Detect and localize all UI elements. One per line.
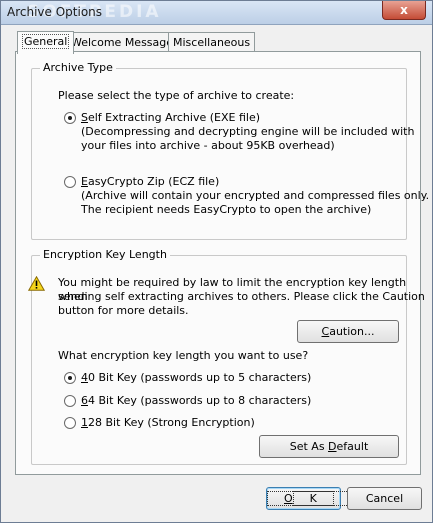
key-64-bit-mnemonic: 6 — [81, 394, 88, 407]
ok-label: OK — [267, 491, 351, 506]
key-128-bit-label[interactable]: 128 Bit Key (Strong Encryption) — [81, 416, 255, 430]
key-128-bit-label-rest: 28 Bit Key (Strong Encryption) — [88, 416, 255, 429]
key-40-bit-radio[interactable] — [64, 372, 76, 384]
key-40-bit-label[interactable]: 40 Bit Key (passwords up to 5 characters… — [81, 371, 311, 385]
ok-mnemonic: O — [284, 492, 293, 505]
tab-miscellaneous-label: Miscellaneous — [173, 36, 251, 49]
tab-general[interactable]: General — [17, 31, 75, 54]
warning-text-3: button for more details. — [58, 304, 189, 317]
archive-type-prompt: Please select the type of archive to cre… — [58, 89, 295, 102]
self-extracting-label[interactable]: Self Extracting Archive (EXE file) — [81, 111, 260, 125]
archive-options-window: SOFTPEDIA Archive Options x General Welc… — [0, 0, 433, 523]
easycrypto-zip-radio[interactable] — [64, 176, 76, 188]
close-icon: x — [400, 3, 408, 17]
warning-text-2: sending self extracting archives to othe… — [58, 290, 425, 303]
set-as-default-rest: efault — [336, 440, 369, 453]
caution-label-rest: aution... — [329, 325, 375, 338]
title-bar[interactable]: SOFTPEDIA Archive Options x — [1, 1, 432, 25]
tab-general-label: General — [22, 34, 70, 49]
tab-miscellaneous[interactable]: Miscellaneous — [168, 32, 256, 53]
easycrypto-zip-description-2: The recipient needs EasyCrypto to open t… — [81, 203, 372, 216]
key-128-bit-radio[interactable] — [64, 417, 76, 429]
self-extracting-radio[interactable] — [64, 112, 76, 124]
close-button[interactable]: x — [382, 1, 426, 20]
set-as-default-button[interactable]: Set As Default — [259, 435, 399, 458]
easycrypto-zip-label-rest: asyCrypto Zip (ECZ file) — [87, 175, 220, 188]
tab-welcome-message[interactable]: Welcome Message — [66, 32, 179, 53]
key-64-bit-radio[interactable] — [64, 395, 76, 407]
encryption-key-length-legend: Encryption Key Length — [40, 248, 170, 261]
warning-icon — [28, 276, 45, 291]
key-40-bit-mnemonic: 4 — [81, 371, 88, 384]
caution-button[interactable]: Caution... — [297, 320, 399, 343]
key-128-bit-mnemonic: 1 — [81, 416, 88, 429]
self-extracting-description-2: your files into archive - about 95KB ove… — [81, 139, 335, 152]
easycrypto-zip-mnemonic: E — [81, 175, 88, 188]
self-extracting-description-1: (Decompressing and decrypting engine wil… — [81, 125, 415, 138]
window-title: Archive Options — [7, 5, 103, 19]
archive-type-legend: Archive Type — [40, 61, 116, 74]
ok-button[interactable]: OK — [266, 487, 351, 510]
key-40-bit-label-rest: 0 Bit Key (passwords up to 5 characters) — [88, 371, 312, 384]
self-extracting-mnemonic: S — [81, 111, 88, 124]
tab-welcome-message-label: Welcome Message — [71, 36, 174, 49]
set-as-default-prefix: Set As — [289, 440, 329, 453]
easycrypto-zip-description-1: (Archive will contain your encrypted and… — [81, 189, 430, 202]
easycrypto-zip-label[interactable]: EasyCrypto Zip (ECZ file) — [81, 175, 219, 189]
key-64-bit-label-rest: 4 Bit Key (passwords up to 8 characters) — [88, 394, 312, 407]
cancel-button[interactable]: Cancel — [347, 487, 422, 510]
ok-label-rest: K — [292, 491, 334, 506]
set-as-default-mnemonic: D — [328, 440, 337, 453]
self-extracting-label-rest: elf Extracting Archive (EXE file) — [87, 111, 261, 124]
key-64-bit-label[interactable]: 64 Bit Key (passwords up to 8 characters… — [81, 394, 311, 408]
key-length-question: What encryption key length you want to u… — [58, 349, 309, 362]
